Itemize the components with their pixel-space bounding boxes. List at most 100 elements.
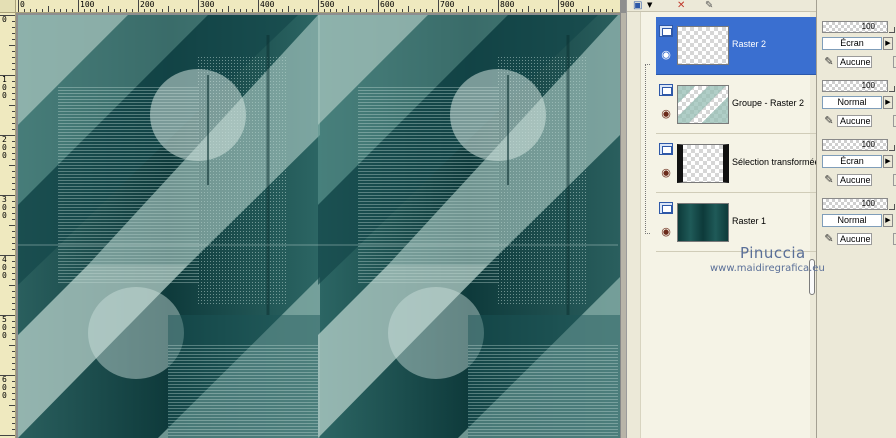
opacity-field[interactable]: 100 [822,198,888,210]
mask-select[interactable]: Aucune [837,233,872,245]
blend-mode-select[interactable]: Normal [822,214,882,227]
mask-select[interactable]: Aucune [837,56,872,68]
layers-list: ◉ Raster 2 ◉ Groupe - Raster 2 ◉ Sélecti… [640,12,822,438]
ruler-tick [420,9,421,12]
ruler-tick [240,9,241,12]
visibility-eye-icon[interactable]: ◉ [659,167,673,178]
layer-name: Raster 2 [732,39,767,49]
ruler-tick [12,213,15,214]
ruler-tick [42,9,43,12]
brush-icon[interactable]: ✎ [705,0,713,11]
ruler-tick [468,6,469,12]
ruler-tick [102,9,103,12]
mask-select[interactable]: Aucune [837,115,872,127]
ruler-tick [12,69,15,70]
brush-mask-icon[interactable]: ✎ [822,232,836,246]
art-tile-right [316,15,620,438]
ruler-tick [9,45,15,46]
dropdown-arrow-icon[interactable]: ▼ [647,0,652,11]
ruler-tick [12,327,15,328]
ruler-tick [12,393,15,394]
ruler-tick [294,9,295,12]
layer-thumbnail [677,26,729,65]
ruler-tick [12,117,15,118]
ruler-tick [264,9,265,12]
layer-row-groupe-raster-2[interactable]: ◉ Groupe - Raster 2 [656,76,822,134]
ruler-tick [288,6,289,12]
blend-row-selection-transformee: 100 Écran ▶ ✎ Aucune [820,135,896,193]
ruler-tick [210,9,211,12]
ruler-tick [12,51,15,52]
ruler-tick [12,273,15,274]
ruler-tick [300,9,301,12]
ruler-tick [390,9,391,12]
layer-row-raster-2[interactable]: ◉ Raster 2 [656,17,822,75]
image-canvas[interactable] [18,15,620,438]
ruler-tick [504,9,505,12]
ruler-tick [522,9,523,12]
opacity-field[interactable]: 100 [822,80,888,92]
layer-thumbnail [677,203,729,242]
blend-mode-select[interactable]: Normal [822,96,882,109]
ruler-tick [9,225,15,226]
ruler-tick [306,9,307,12]
ruler-tick [90,9,91,12]
ruler-tick [276,9,277,12]
brush-mask-icon[interactable]: ✎ [822,173,836,187]
visibility-eye-icon[interactable]: ◉ [659,108,673,119]
ruler-tick [12,201,15,202]
ruler-tick [78,0,79,12]
ruler-tick [588,6,589,12]
ruler-tick [570,9,571,12]
ruler-tick [396,9,397,12]
layer-name: Raster 1 [732,216,767,226]
dropdown-arrow-icon[interactable]: ▶ [883,214,893,227]
visibility-eye-icon[interactable]: ◉ [659,226,673,237]
ruler-tick [12,243,15,244]
new-layer-icon[interactable]: ▣ [633,0,642,11]
ruler-tick [138,0,139,12]
ruler-top-label: 900 [560,0,575,9]
visibility-eye-icon[interactable]: ◉ [659,49,673,60]
resize-corner-icon [889,27,895,33]
ruler-tick [12,249,15,250]
ruler-tick [12,21,15,22]
ruler-tick [9,285,15,286]
canvas-area: 0 100 200 300 400 500 600 700 800 900 0 100 200 300 4… [0,0,626,438]
ruler-tick [48,6,49,12]
ruler-tick [12,189,15,190]
ruler-tick [384,9,385,12]
ruler-tick [12,63,15,64]
blend-mode-select[interactable]: Écran [822,155,882,168]
ruler-tick [342,9,343,12]
dropdown-arrow-icon[interactable]: ▶ [883,96,893,109]
ruler-top-label: 100 [80,0,95,9]
ruler-tick [408,6,409,12]
dropdown-arrow-icon[interactable]: ▶ [883,37,893,50]
brush-mask-icon[interactable]: ✎ [822,55,836,69]
opacity-field[interactable]: 100 [822,21,888,33]
ruler-tick [12,267,15,268]
dropdown-arrow-icon[interactable]: ▶ [883,155,893,168]
layers-palette: ▣ ▼ ✕ ✎ ◉ Raster 2 ◉ Groupe - Raster 2 ◉… [626,0,822,438]
ruler-tick [270,9,271,12]
ruler-tick [180,9,181,12]
ruler-tick [582,9,583,12]
brush-mask-icon[interactable]: ✎ [822,114,836,128]
ruler-tick [156,9,157,12]
ruler-tick [12,363,15,364]
ruler-tick [36,9,37,12]
ruler-tick [600,9,601,12]
mask-select[interactable]: Aucune [837,174,872,186]
blend-mode-select[interactable]: Écran [822,37,882,50]
opacity-field[interactable]: 100 [822,139,888,151]
ruler-top-label: 600 [380,0,395,9]
layers-toolbar: ▣ ▼ ✕ ✎ [627,0,817,12]
ruler-tick [336,9,337,12]
ruler-tick [72,9,73,12]
layer-row-selection-transformee[interactable]: ◉ Sélection transformée [656,135,822,193]
ruler-tick [12,291,15,292]
ruler-tick [9,345,15,346]
ruler-tick [12,219,15,220]
delete-layer-icon[interactable]: ✕ [677,0,685,11]
